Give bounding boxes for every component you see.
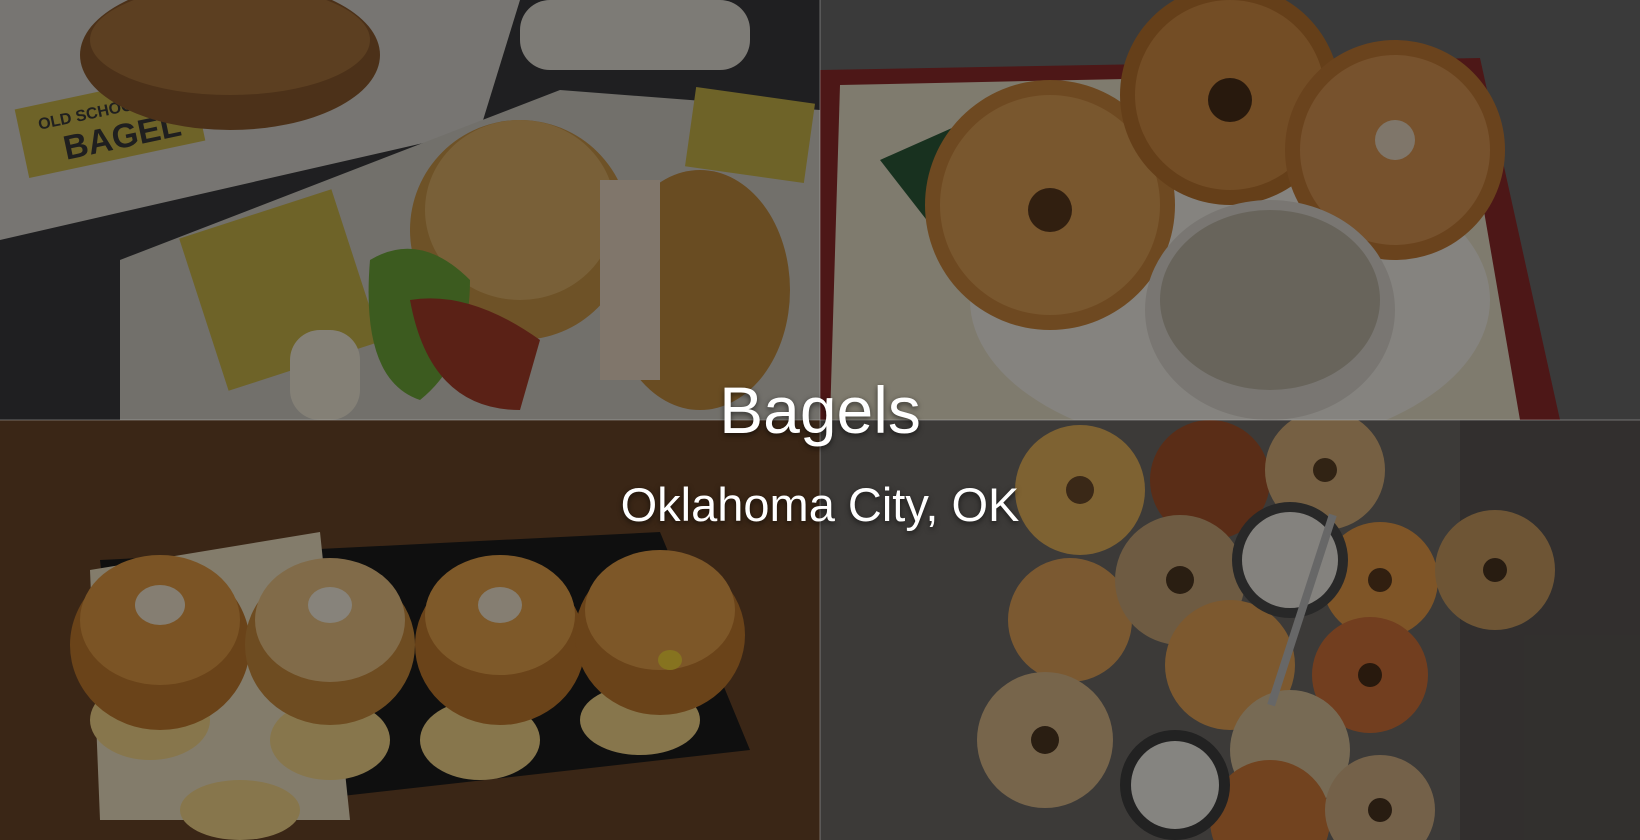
photo-bagel-sandwich-basket: OLD SCHOOL BAGEL	[0, 0, 820, 420]
photo-bagel-assortment-spreads	[820, 420, 1640, 840]
collage-divider-horizontal	[0, 419, 1640, 421]
photo-bagels-tray-cream-cheese	[820, 0, 1640, 420]
photo-bagel-sandwiches-box	[0, 420, 820, 840]
